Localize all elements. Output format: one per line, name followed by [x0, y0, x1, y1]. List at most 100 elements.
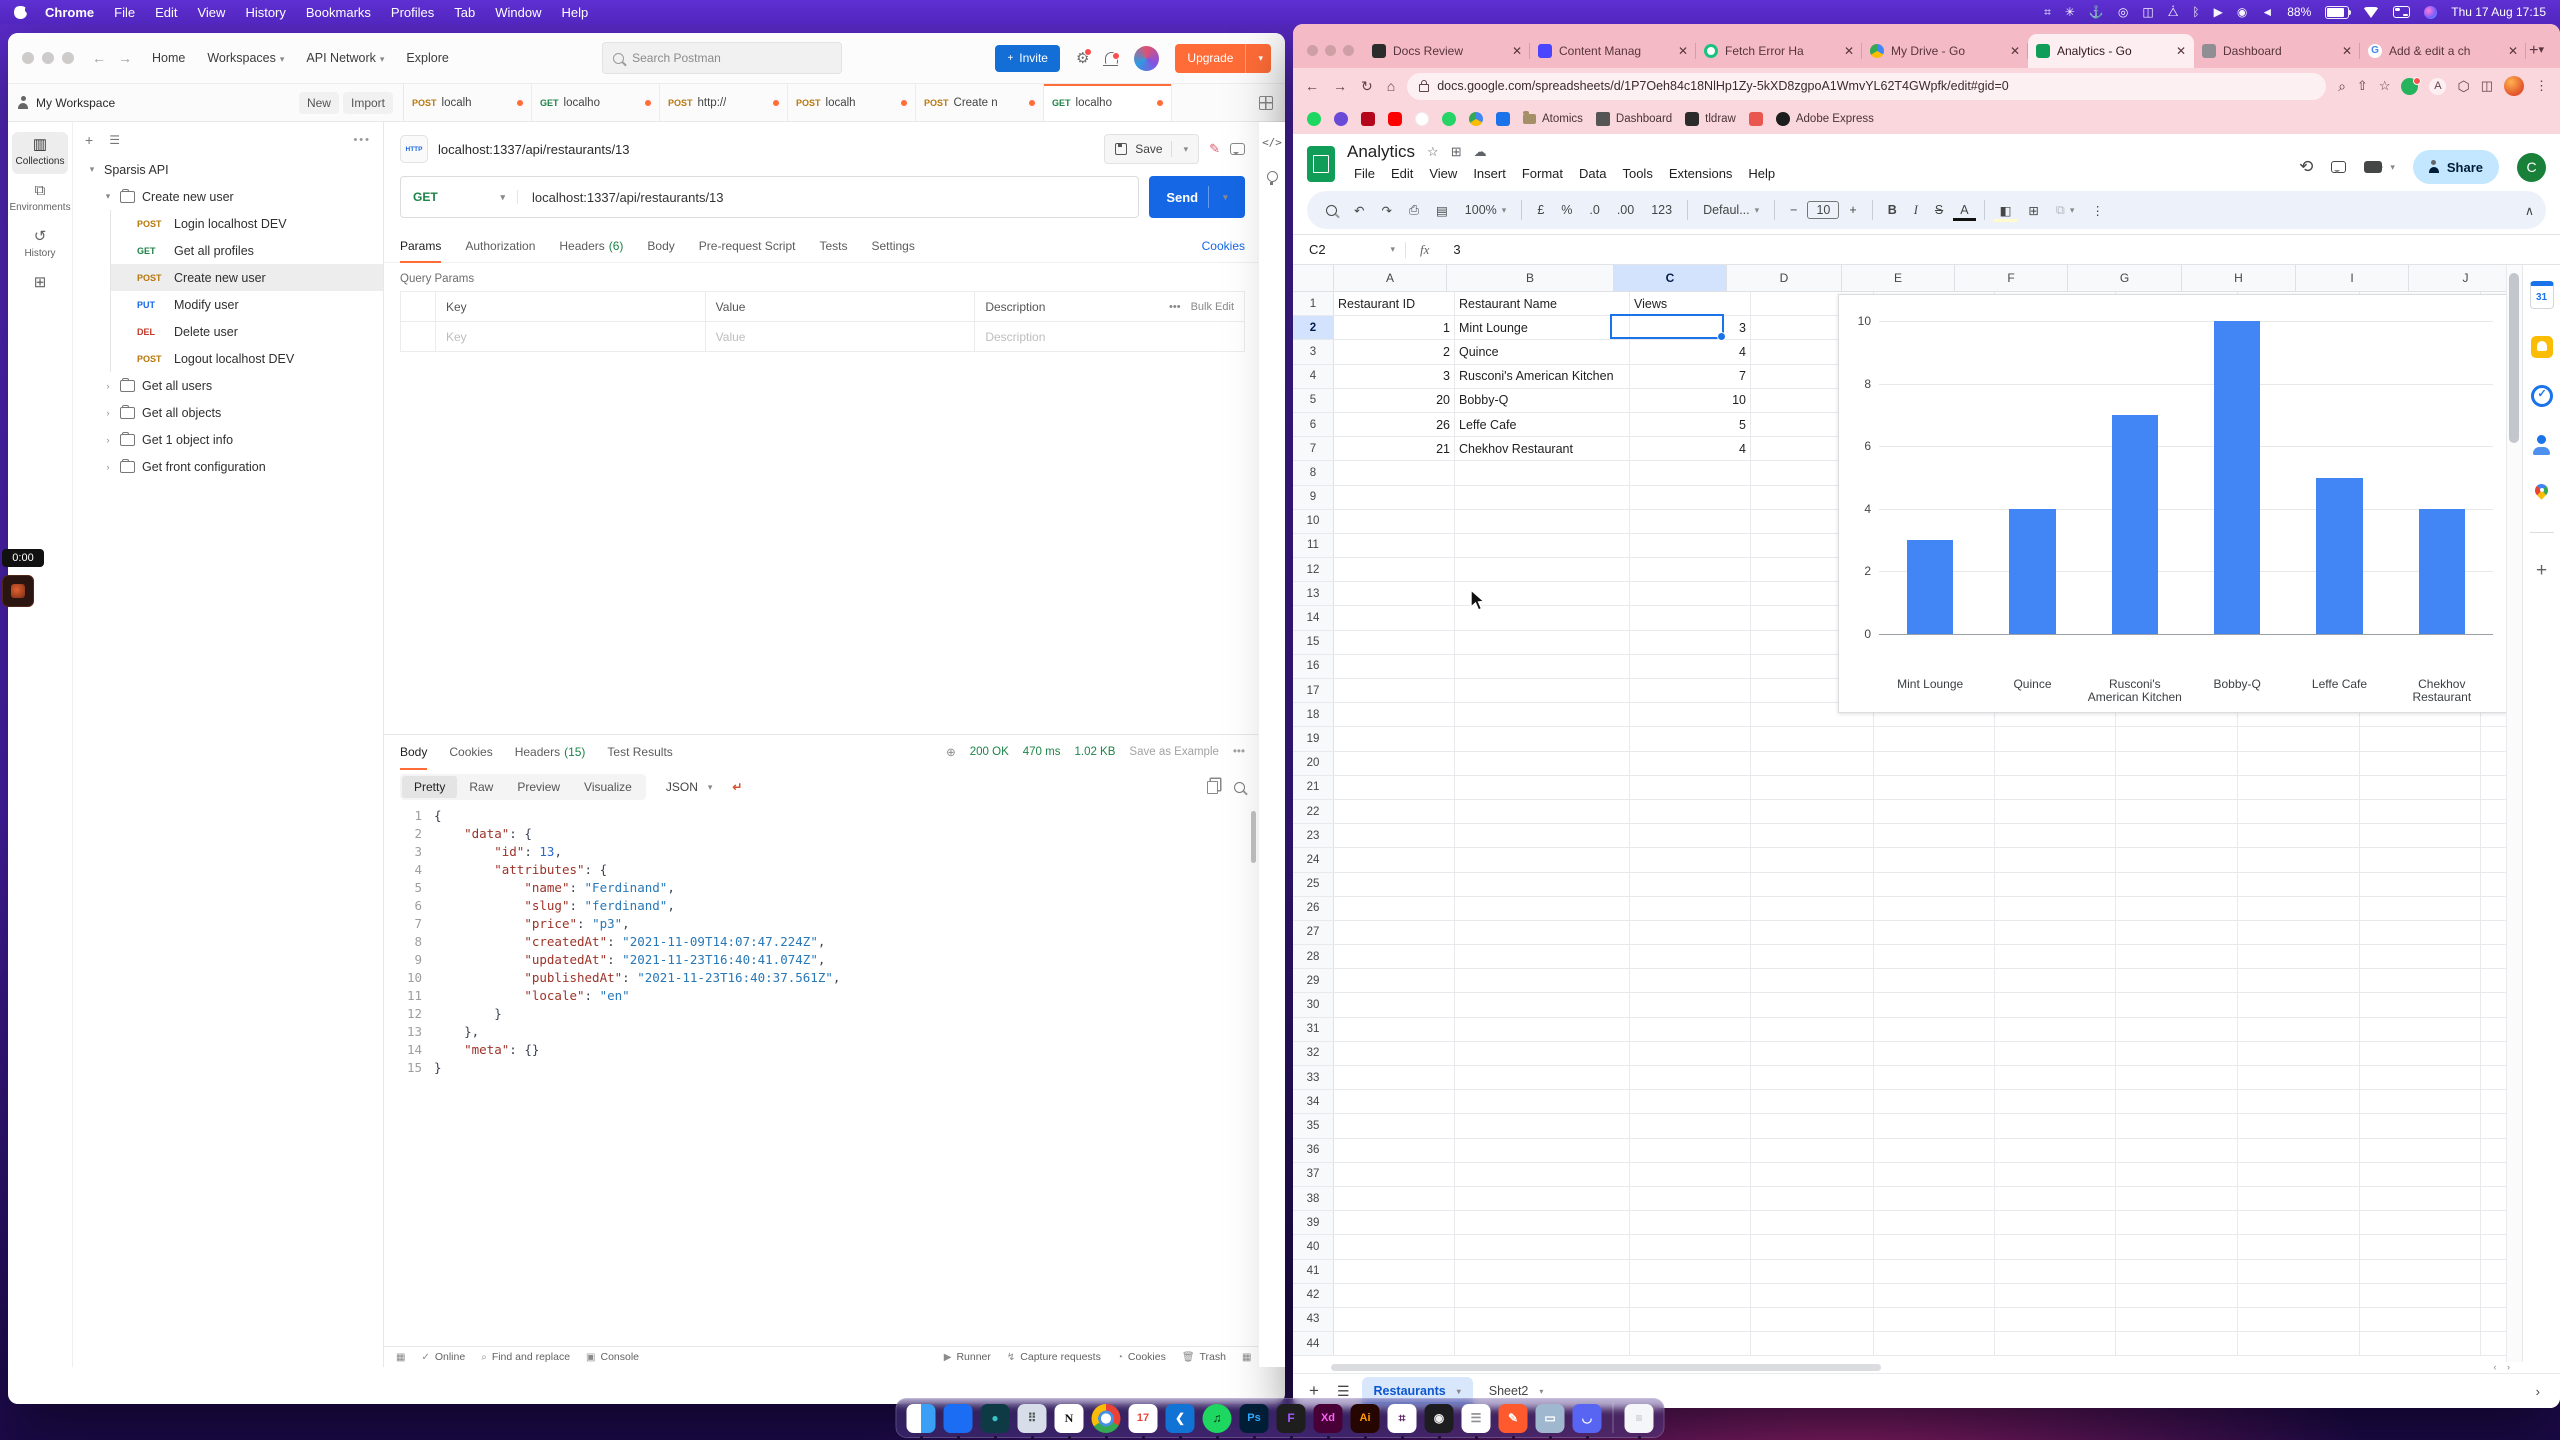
- cell[interactable]: [2116, 1235, 2238, 1258]
- cell[interactable]: [1455, 1139, 1630, 1162]
- cell[interactable]: [1751, 1139, 1874, 1162]
- save-as-example-button[interactable]: Save as Example: [1129, 746, 1219, 758]
- close-tab-icon[interactable]: ✕: [2176, 44, 2186, 58]
- scroll-tabs-icon[interactable]: ›: [2536, 1384, 2550, 1399]
- cell[interactable]: [1874, 1114, 1995, 1137]
- cell[interactable]: [1455, 824, 1630, 847]
- cell[interactable]: [1334, 776, 1455, 799]
- cell[interactable]: [1334, 824, 1455, 847]
- tree-folder[interactable]: ›Get front configuration: [73, 453, 383, 480]
- column-header-F[interactable]: F: [1955, 265, 2068, 291]
- cell[interactable]: [1995, 945, 2116, 968]
- cell[interactable]: [1995, 1308, 2116, 1331]
- strikethrough-button[interactable]: S: [1928, 199, 1950, 221]
- cell[interactable]: [1334, 1235, 1455, 1258]
- response-options-icon[interactable]: •••: [1233, 746, 1245, 758]
- cell[interactable]: [2238, 1308, 2360, 1331]
- cell[interactable]: [1995, 1163, 2116, 1186]
- cell[interactable]: [2481, 945, 2506, 968]
- method-select[interactable]: GET▾: [401, 190, 518, 204]
- cell[interactable]: Chekhov Restaurant: [1455, 437, 1630, 460]
- cell[interactable]: [1995, 1187, 2116, 1210]
- cell[interactable]: [1874, 776, 1995, 799]
- menu-bookmarks[interactable]: Bookmarks: [306, 5, 371, 20]
- cell[interactable]: [2116, 921, 2238, 944]
- row-header-36[interactable]: 36: [1293, 1139, 1334, 1162]
- cell[interactable]: [2238, 1187, 2360, 1210]
- cell[interactable]: [1455, 1332, 1630, 1355]
- bell-icon[interactable]: [1105, 52, 1118, 64]
- column-header-G[interactable]: G: [2068, 265, 2182, 291]
- import-button[interactable]: Import: [343, 92, 393, 114]
- account-avatar[interactable]: C: [2517, 153, 2546, 182]
- cell[interactable]: [1334, 1260, 1455, 1283]
- cell[interactable]: [2116, 1308, 2238, 1331]
- cell[interactable]: [1455, 800, 1630, 823]
- cell[interactable]: [1334, 1163, 1455, 1186]
- cell[interactable]: [2360, 1163, 2481, 1186]
- cell[interactable]: [1334, 1066, 1455, 1089]
- sidebar-item-environments[interactable]: ⧉Environments: [12, 178, 68, 220]
- cell[interactable]: [1751, 1284, 1874, 1307]
- redo-icon[interactable]: ↷: [1374, 199, 1398, 222]
- cell[interactable]: [1455, 1308, 1630, 1331]
- cell[interactable]: [2116, 993, 2238, 1016]
- row-header-26[interactable]: 26: [1293, 897, 1334, 920]
- onepassword-icon[interactable]: [1334, 112, 1348, 126]
- cell[interactable]: [1455, 993, 1630, 1016]
- cell[interactable]: [1334, 1018, 1455, 1041]
- row-header-44[interactable]: 44: [1293, 1332, 1334, 1355]
- row-header-19[interactable]: 19: [1293, 727, 1334, 750]
- cell[interactable]: [2116, 776, 2238, 799]
- cell[interactable]: [2238, 1260, 2360, 1283]
- menu-edit[interactable]: Edit: [155, 5, 177, 20]
- spotify-icon[interactable]: [1307, 112, 1321, 126]
- cell[interactable]: [1630, 534, 1751, 557]
- cell[interactable]: [1874, 848, 1995, 871]
- cell[interactable]: [1630, 631, 1751, 654]
- cell[interactable]: [1334, 534, 1455, 557]
- reload-icon[interactable]: ↻: [1361, 78, 1373, 95]
- cell[interactable]: [2360, 1308, 2481, 1331]
- cell[interactable]: [1455, 752, 1630, 775]
- cell[interactable]: [2360, 1114, 2481, 1137]
- cell[interactable]: [2360, 752, 2481, 775]
- cell[interactable]: [1455, 1042, 1630, 1065]
- cell[interactable]: 7: [1630, 365, 1751, 388]
- menu-tools[interactable]: Tools: [1615, 164, 1659, 183]
- cell[interactable]: [1995, 1235, 2116, 1258]
- cell[interactable]: [2360, 969, 2481, 992]
- row-header-14[interactable]: 14: [1293, 606, 1334, 629]
- comments-icon[interactable]: [2331, 161, 2346, 173]
- netflix-icon[interactable]: [1361, 112, 1375, 126]
- cell[interactable]: [1334, 1042, 1455, 1065]
- tab-headers[interactable]: Headers(6): [559, 230, 623, 262]
- cell[interactable]: [1334, 655, 1455, 678]
- view-preview[interactable]: Preview: [505, 776, 572, 798]
- cell[interactable]: [1630, 776, 1751, 799]
- cell[interactable]: [2481, 1211, 2506, 1234]
- cell[interactable]: [1995, 1114, 2116, 1137]
- menu-history[interactable]: History: [245, 5, 285, 20]
- cloud-status-icon[interactable]: ☁: [1474, 144, 1487, 160]
- split-view-icon[interactable]: ◫: [2481, 78, 2493, 94]
- cell[interactable]: [1455, 486, 1630, 509]
- cell[interactable]: [1455, 558, 1630, 581]
- decrease-font-size[interactable]: −: [1783, 199, 1804, 221]
- cell[interactable]: [1630, 486, 1751, 509]
- cell[interactable]: [1630, 921, 1751, 944]
- cell[interactable]: [2360, 1090, 2481, 1113]
- cell[interactable]: [1455, 1284, 1630, 1307]
- cell[interactable]: [2360, 1018, 2481, 1041]
- nav-home[interactable]: Home: [152, 51, 185, 65]
- dock-adobe-xd-icon[interactable]: Xd: [1314, 1404, 1343, 1433]
- cell[interactable]: [2360, 727, 2481, 750]
- play-icon[interactable]: ▶: [2214, 5, 2223, 20]
- cell[interactable]: [1874, 1308, 1995, 1331]
- cell[interactable]: [1874, 993, 1995, 1016]
- cell[interactable]: [1995, 1332, 2116, 1355]
- cell[interactable]: Bobby-Q: [1455, 389, 1630, 412]
- cell[interactable]: [2481, 1090, 2506, 1113]
- cell[interactable]: [2360, 1284, 2481, 1307]
- cell[interactable]: [2360, 848, 2481, 871]
